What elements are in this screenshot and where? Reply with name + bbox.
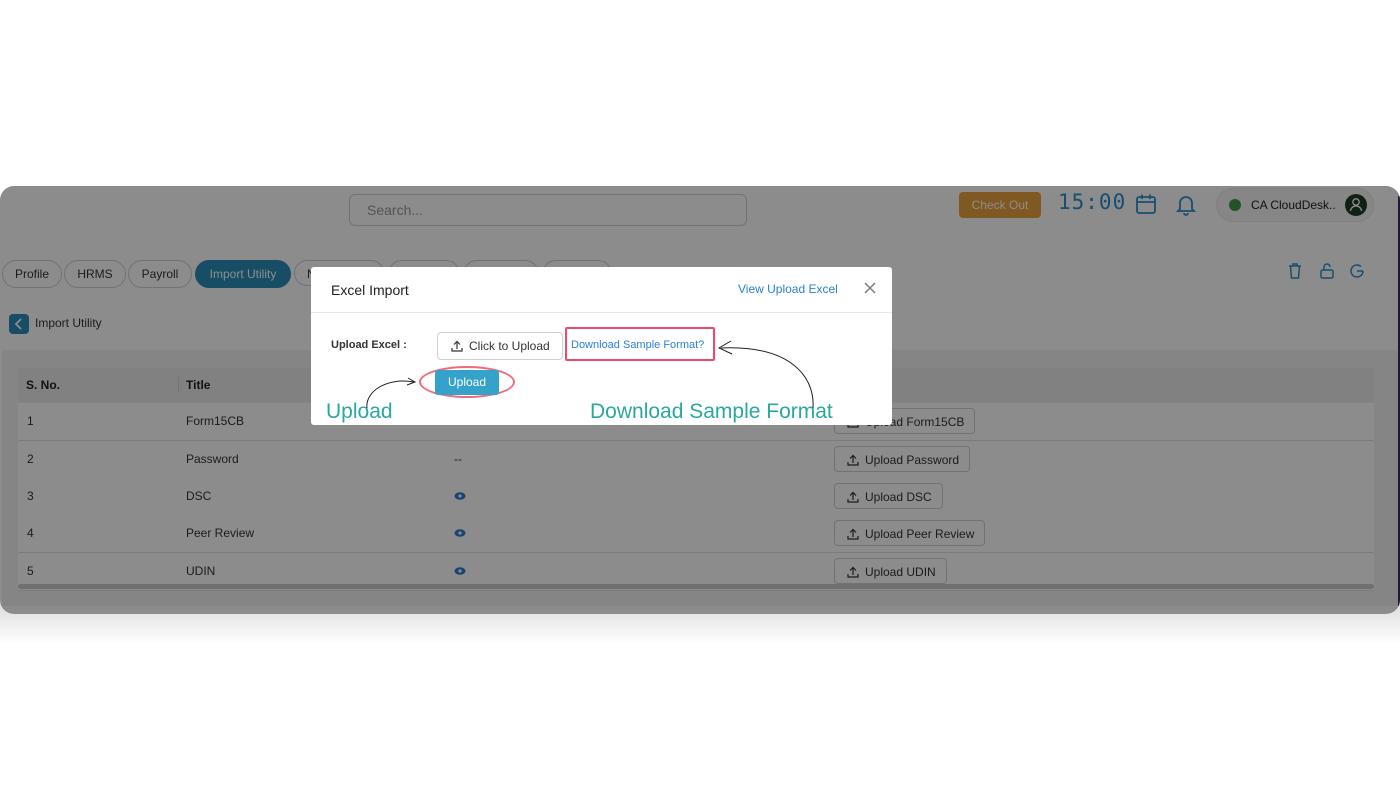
app-window: Search... Check Out 15:00 CA CloudDesk.. [0,186,1400,614]
arrow-to-upload [366,380,415,409]
annotation-arrows [366,340,814,409]
arrow-to-download [720,347,814,409]
